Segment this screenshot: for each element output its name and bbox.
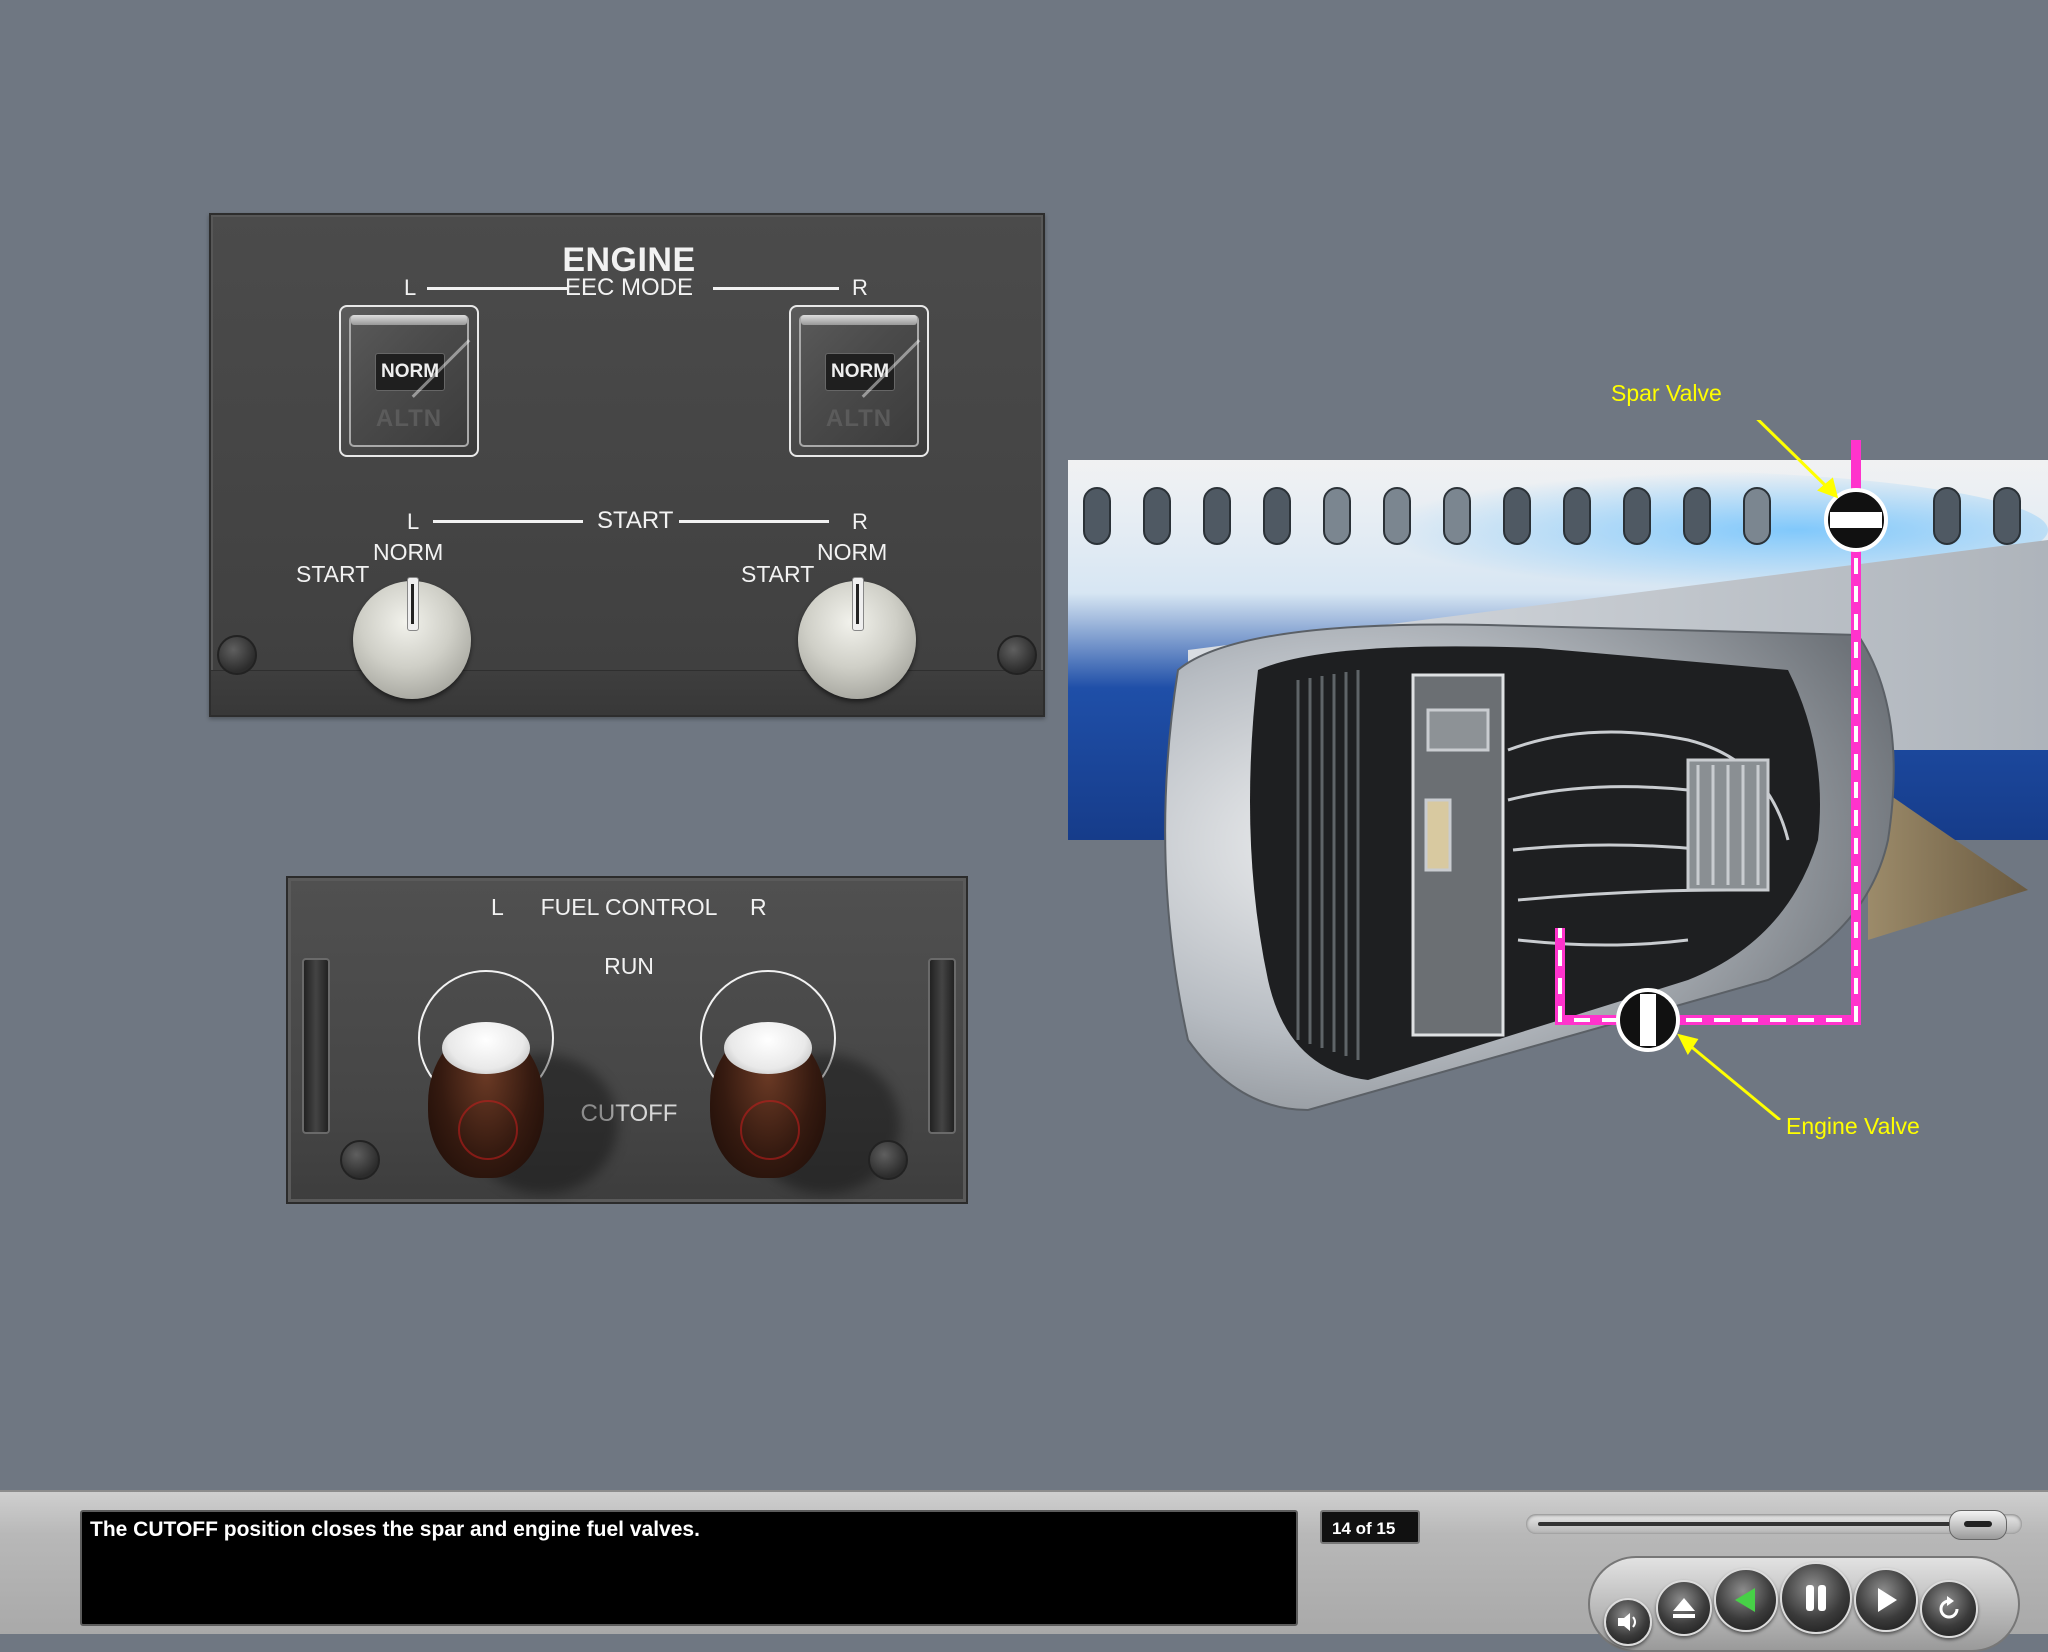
- start-left-norm-label: NORM: [373, 539, 444, 565]
- player-control-bar: The CUTOFF position closes the spar and …: [0, 1490, 2048, 1652]
- fuel-control-right-label: R: [750, 894, 767, 920]
- spar-valve-symbol: [1824, 488, 1888, 552]
- lever-red-mark: [740, 1100, 800, 1160]
- lever-cap: [442, 1022, 530, 1074]
- play-icon: [1878, 1588, 1897, 1612]
- lever-cap: [724, 1022, 812, 1074]
- progress-handle[interactable]: [1949, 1510, 2007, 1540]
- start-right-norm-label: NORM: [817, 539, 888, 565]
- guard-hinge: [801, 315, 917, 325]
- fuel-control-right-lever[interactable]: [710, 1022, 826, 1178]
- eec-mode-left-switch[interactable]: NORM ALTN: [339, 305, 479, 457]
- eec-right-altn-label: ALTN: [825, 405, 893, 432]
- eec-mode-right-rule: [713, 287, 839, 290]
- panel-screw: [340, 1140, 380, 1180]
- fuel-control-left-lever[interactable]: [428, 1022, 544, 1178]
- start-right-start-label: START: [741, 561, 815, 587]
- start-right-rule: [679, 520, 829, 523]
- engine-valve-symbol: [1616, 988, 1680, 1052]
- eject-icon: [1673, 1598, 1695, 1618]
- lever-slot-left: [302, 958, 330, 1134]
- start-label: START: [597, 507, 674, 534]
- start-left-selector[interactable]: [353, 577, 471, 699]
- fuel-run-label: RUN: [604, 953, 654, 979]
- replay-icon: [1939, 1596, 1959, 1619]
- spar-valve-callout: Spar Valve: [1611, 380, 1722, 406]
- start-left-label: L: [407, 509, 420, 534]
- eec-left-altn-label: ALTN: [375, 405, 443, 432]
- selector-pointer: [852, 577, 864, 631]
- back-button[interactable]: [1714, 1568, 1778, 1632]
- replay-button[interactable]: [1920, 1580, 1978, 1638]
- playback-controls: [1588, 1556, 2020, 1652]
- start-right-label: R: [852, 509, 868, 534]
- engine-panel: ENGINE L EEC MODE R NORM ALTN NORM ALTN …: [209, 213, 1045, 717]
- start-left-start-label: START: [296, 561, 370, 587]
- start-right-selector[interactable]: [798, 577, 916, 699]
- page-counter: 14 of 15: [1320, 1510, 1420, 1544]
- lever-slot-right: [928, 958, 956, 1134]
- fuel-control-panel: L FUEL CONTROL R RUN CUTOFF: [286, 876, 968, 1204]
- progress-fill: [1538, 1522, 1977, 1526]
- panel-screw: [217, 635, 257, 675]
- eec-mode-right-switch[interactable]: NORM ALTN: [789, 305, 929, 457]
- engine-fuel-valve-illustration: [1068, 420, 2048, 1120]
- eec-mode-label: EEC MODE: [564, 274, 693, 301]
- eec-mode-right-label: R: [852, 275, 868, 300]
- lesson-stage: ENGINE L EEC MODE R NORM ALTN NORM ALTN …: [0, 0, 2048, 1490]
- guard-hinge: [351, 315, 467, 325]
- eject-button[interactable]: [1656, 1580, 1712, 1636]
- pause-icon: [1806, 1585, 1826, 1611]
- progress-slider[interactable]: [1526, 1510, 2022, 1540]
- panel-screw: [997, 635, 1037, 675]
- lever-red-mark: [458, 1100, 518, 1160]
- play-button[interactable]: [1854, 1568, 1918, 1632]
- engine-valve-callout: Engine Valve: [1786, 1113, 1920, 1139]
- caption-text: The CUTOFF position closes the spar and …: [90, 1518, 700, 1541]
- selector-pointer: [407, 577, 419, 631]
- fuel-control-title: FUEL CONTROL: [540, 894, 718, 920]
- caption-box: The CUTOFF position closes the spar and …: [80, 1510, 1298, 1626]
- start-left-rule: [433, 520, 583, 523]
- volume-button[interactable]: [1604, 1598, 1652, 1646]
- pause-button[interactable]: [1780, 1562, 1852, 1634]
- panel-screw: [868, 1140, 908, 1180]
- back-triangle-icon: [1735, 1588, 1755, 1612]
